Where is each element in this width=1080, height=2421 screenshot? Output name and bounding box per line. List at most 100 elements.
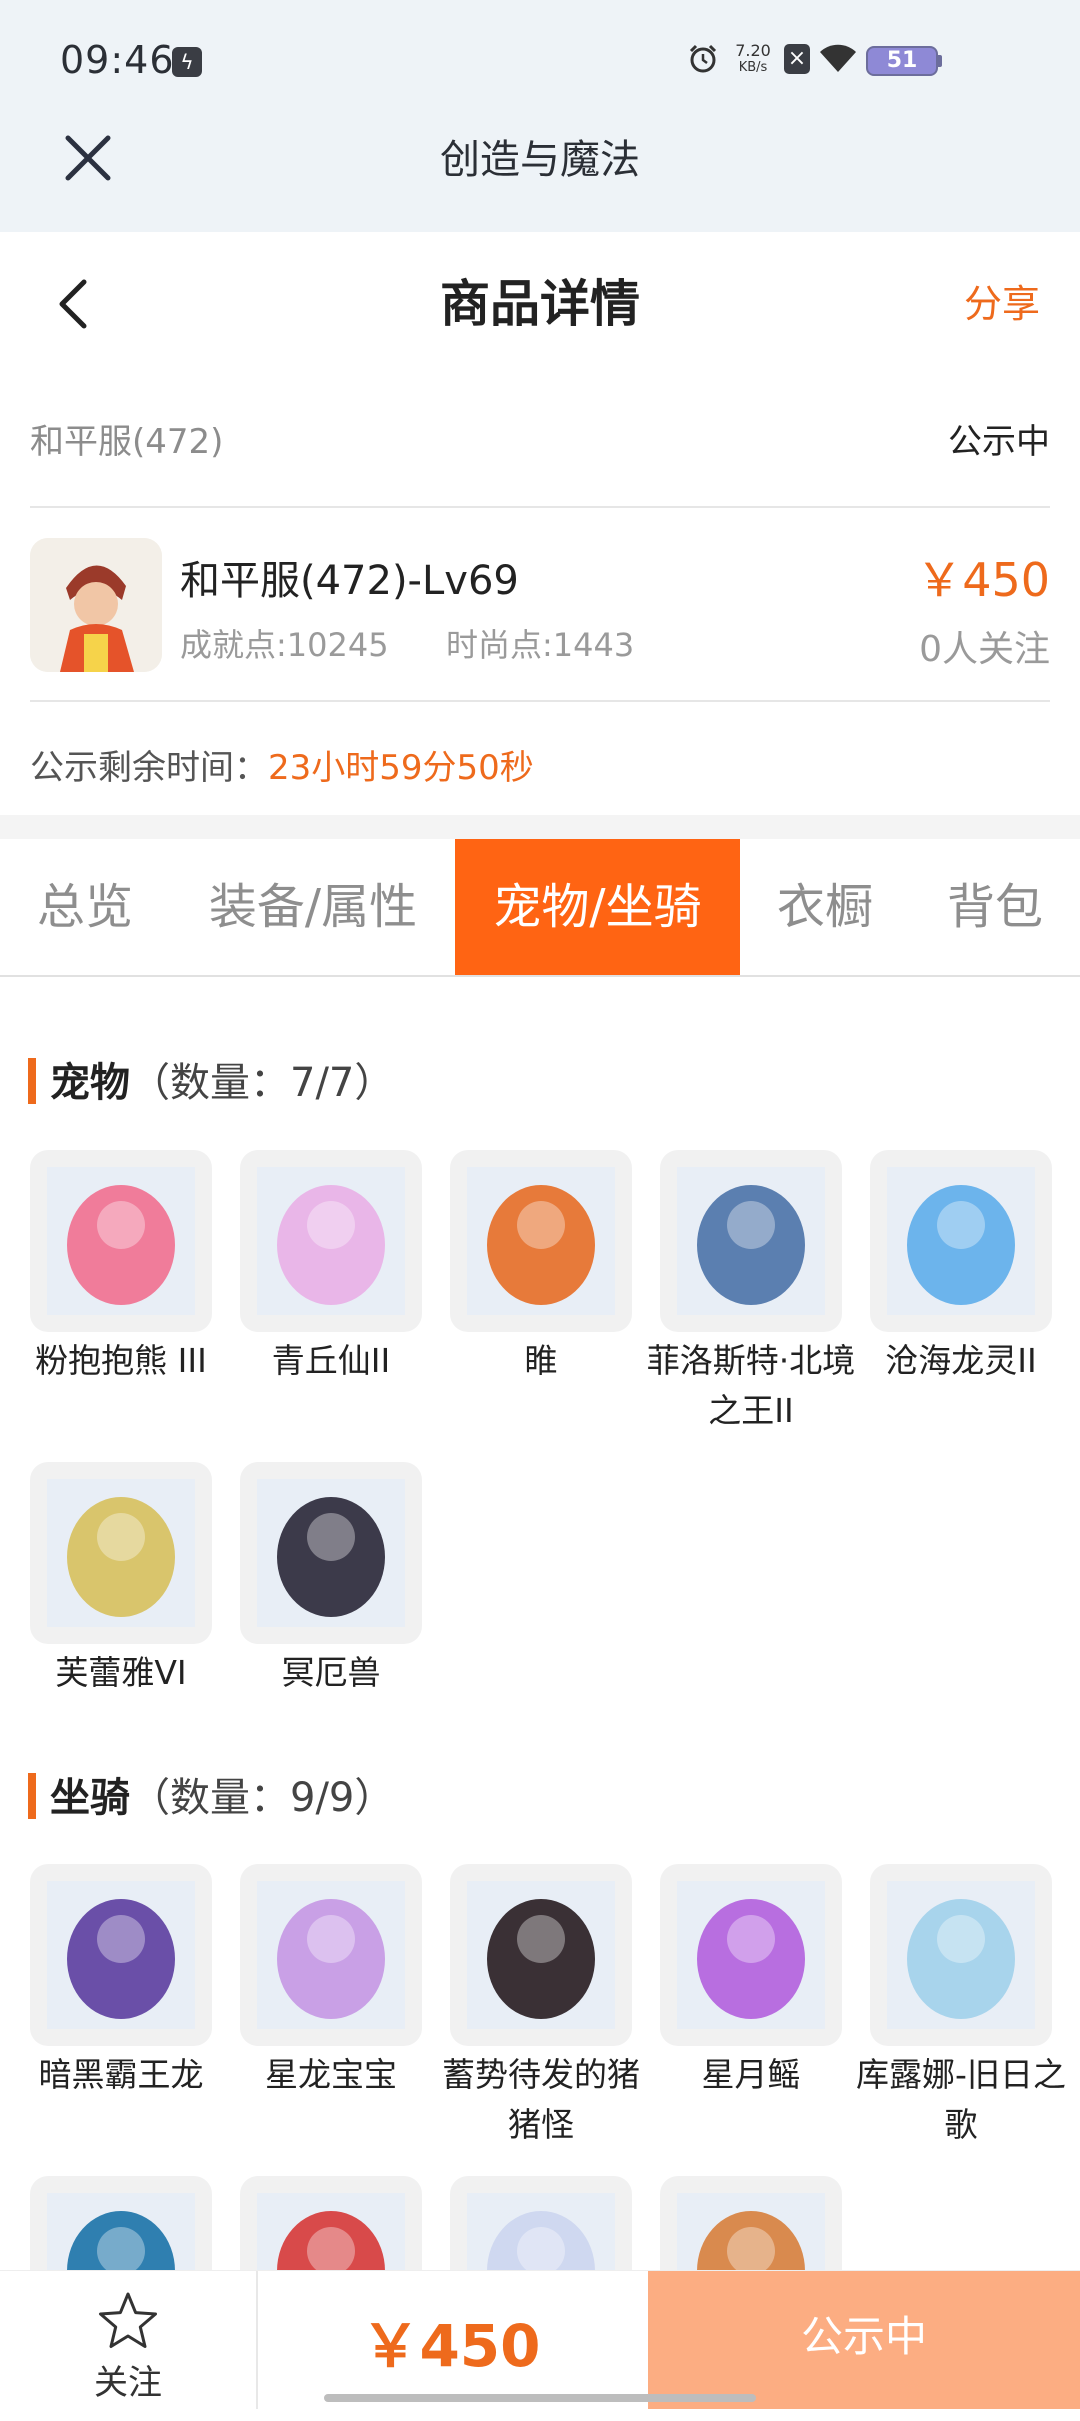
pet-item-label: 菲洛斯特·北境之王II <box>646 1341 856 1430</box>
close-app-icon: × <box>784 44 810 74</box>
mount-item-image <box>30 1864 212 2046</box>
pet-item-image <box>660 1150 842 1332</box>
alarm-icon <box>689 44 717 73</box>
pet-item[interactable]: 冥厄兽 <box>240 1462 422 1698</box>
wifi-icon <box>820 44 856 72</box>
mount-item-label: 库露娜-旧日之歌 <box>856 2055 1066 2144</box>
follower-count: 0人关注 <box>919 629 1050 670</box>
mount-item-artwork <box>677 1881 825 2029</box>
pet-item-artwork <box>47 1167 195 1315</box>
bottom-price: ￥450 <box>361 2312 541 2380</box>
mount-item-label: 星龙宝宝 <box>265 2055 397 2094</box>
tab-wardrobe[interactable]: 衣橱 <box>760 839 890 975</box>
character-avatar <box>30 538 162 672</box>
battery-tip <box>938 55 942 67</box>
tab-overview[interactable]: 总览 <box>0 839 170 975</box>
pets-section-header: 宠物（数量：7/7） <box>28 1050 394 1108</box>
remaining-time: 公示剩余时间：23小时59分50秒 <box>30 740 534 789</box>
app-header: 创造与魔法 <box>0 120 1080 232</box>
net-speed: 7.20 KB/s <box>732 42 774 76</box>
pet-item-image <box>240 1462 422 1644</box>
tab-equipment[interactable]: 装备/属性 <box>190 839 436 975</box>
pet-item-image <box>870 1150 1052 1332</box>
mount-item-image <box>870 1864 1052 2046</box>
pet-item-image <box>30 1462 212 1644</box>
status-time: 09:46 <box>60 38 175 82</box>
pet-item[interactable]: 粉抱抱熊 III <box>30 1150 212 1386</box>
pet-item[interactable]: 芙蕾雅VI <box>30 1462 212 1698</box>
section-gap <box>0 815 1080 839</box>
mounts-count: （数量：9/9） <box>130 1775 395 1821</box>
pet-item-artwork <box>257 1479 405 1627</box>
battery-icon: 51 <box>866 46 938 76</box>
mount-item-image <box>450 1864 632 2046</box>
pet-item-label: 睢 <box>524 1341 558 1380</box>
mounts-title: 坐骑 <box>50 1775 130 1821</box>
pet-item-artwork <box>467 1167 615 1315</box>
mount-item[interactable]: 暗黑霸王龙 <box>30 1864 212 2100</box>
character-avatar-image <box>30 538 162 672</box>
pet-item-artwork <box>47 1479 195 1627</box>
tab-bar: 总览 装备/属性 宠物/坐骑 衣橱 背包 <box>0 839 1080 977</box>
bottom-bar: 关注 ￥450 公示中 <box>0 2270 1080 2409</box>
divider <box>30 700 1050 702</box>
section-accent-bar <box>28 1058 36 1104</box>
pet-item-label: 沧海龙灵II <box>885 1341 1037 1380</box>
pet-item-label: 青丘仙II <box>271 1341 391 1380</box>
remaining-time-value: 23小时59分50秒 <box>268 748 534 788</box>
mount-item-image <box>660 1864 842 2046</box>
page-nav-bar: 商品详情 分享 <box>0 232 1080 372</box>
mount-item-artwork <box>887 1881 1035 2029</box>
product-price: ￥450 <box>916 553 1050 607</box>
status-bar: 09:46 ϟ 7.20 KB/s × 51 <box>0 0 1080 120</box>
pet-item-artwork <box>257 1167 405 1315</box>
mount-item[interactable]: 蓄势待发的猪猪怪 <box>442 1864 640 2150</box>
app-title: 创造与魔法 <box>440 137 640 183</box>
home-indicator[interactable] <box>324 2394 756 2402</box>
pets-count: （数量：7/7） <box>130 1060 395 1106</box>
follow-label: 关注 <box>94 2363 162 2403</box>
net-speed-value: 7.20 <box>735 41 771 60</box>
pet-item-artwork <box>677 1167 825 1315</box>
tab-pets-mounts[interactable]: 宠物/坐骑 <box>455 839 740 975</box>
mount-item-image <box>240 1864 422 2046</box>
pet-item-image <box>450 1150 632 1332</box>
publicity-status: 公示中 <box>948 422 1050 462</box>
pet-item[interactable]: 沧海龙灵II <box>870 1150 1052 1386</box>
page-title: 商品详情 <box>440 275 640 333</box>
fashion-points: 时尚点:1443 <box>446 626 635 664</box>
pet-item-image <box>30 1150 212 1332</box>
flash-icon: ϟ <box>172 47 202 77</box>
pet-item-label: 冥厄兽 <box>281 1653 381 1692</box>
mount-item-label: 暗黑霸王龙 <box>38 2055 204 2094</box>
mount-item[interactable]: 星月鳐 <box>660 1864 842 2100</box>
pet-item-label: 芙蕾雅VI <box>55 1653 187 1692</box>
mount-item-artwork <box>47 1881 195 2029</box>
share-button[interactable]: 分享 <box>964 274 1040 334</box>
remaining-time-label: 公示剩余时间： <box>30 748 268 788</box>
pet-item-label: 粉抱抱熊 III <box>35 1341 207 1380</box>
top-area: 09:46 ϟ 7.20 KB/s × 51 创造与魔法 <box>0 0 1080 232</box>
server-name: 和平服(472) <box>30 422 224 462</box>
achievement-points: 成就点:10245 <box>180 626 389 664</box>
star-icon <box>99 2292 157 2348</box>
mount-item-label: 蓄势待发的猪猪怪 <box>442 2055 640 2144</box>
character-name: 和平服(472)-Lv69 <box>180 558 519 604</box>
pet-item[interactable]: 睢 <box>450 1150 632 1386</box>
mounts-section-header: 坐骑（数量：9/9） <box>28 1765 394 1823</box>
pet-item[interactable]: 青丘仙II <box>240 1150 422 1386</box>
section-accent-bar <box>28 1773 36 1819</box>
pet-item-image <box>240 1150 422 1332</box>
follow-button[interactable]: 关注 <box>0 2271 258 2409</box>
publicity-button[interactable]: 公示中 <box>648 2271 1080 2409</box>
tab-bag[interactable]: 背包 <box>930 839 1060 975</box>
pet-item[interactable]: 菲洛斯特·北境之王II <box>647 1150 855 1436</box>
net-speed-unit: KB/s <box>738 60 768 75</box>
pets-title: 宠物 <box>50 1060 130 1106</box>
mount-item-artwork <box>257 1881 405 2029</box>
mount-item-artwork <box>467 1881 615 2029</box>
mount-item[interactable]: 星龙宝宝 <box>240 1864 422 2100</box>
mount-item[interactable]: 库露娜-旧日之歌 <box>856 1864 1066 2150</box>
divider <box>30 506 1050 508</box>
pet-item-artwork <box>887 1167 1035 1315</box>
